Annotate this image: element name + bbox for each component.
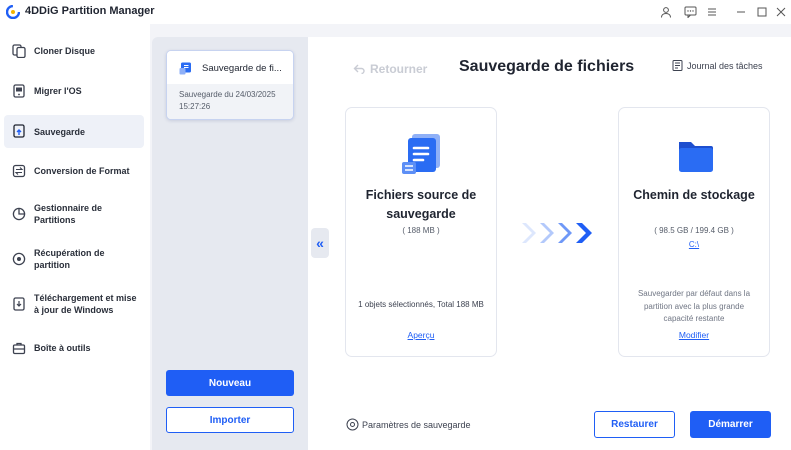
preview-link[interactable]: Aperçu <box>354 330 488 340</box>
backup-icon <box>13 124 25 138</box>
sidebar-item-windows-update[interactable]: Téléchargement et mise à jour de Windows <box>4 291 144 317</box>
convert-icon <box>12 164 26 178</box>
sidebar-item-label: Cloner Disque <box>34 46 96 56</box>
backup-settings-label: Paramètres de sauvegarde <box>362 419 471 430</box>
import-button[interactable]: Importer <box>166 407 294 433</box>
page-title: Sauvegarde de fichiers <box>459 58 635 75</box>
double-chevron-left-icon: « <box>316 235 324 251</box>
task-card[interactable]: Sauvegarde de fi... Sauvegarde du 24/03/… <box>166 50 294 120</box>
journal-icon <box>672 60 683 71</box>
source-size: ( 188 MB ) <box>402 226 440 235</box>
modify-link[interactable]: Modifier <box>627 330 761 340</box>
journal-label: Journal des tâches <box>687 60 763 71</box>
sidebar-item-toolbox[interactable]: Boîte à outils <box>4 338 144 358</box>
partition-icon <box>12 207 26 221</box>
new-task-button[interactable]: Nouveau <box>166 370 294 396</box>
sidebar-item-partition-manager[interactable]: Gestionnaire de Partitions <box>4 201 144 227</box>
sidebar-item-backup[interactable]: Sauvegarde <box>4 115 144 148</box>
app-title: 4DDiG Partition Manager <box>25 5 155 17</box>
gear-icon <box>346 418 359 431</box>
start-button[interactable]: Démarrer <box>690 411 771 438</box>
collapse-panel-button[interactable]: « <box>311 228 329 258</box>
minimize-icon[interactable] <box>732 3 750 21</box>
source-summary: 1 objets sélectionnés, Total 188 MB <box>358 300 484 309</box>
back-label: Retourner <box>370 62 428 76</box>
source-title: Fichiers source de sauvegarde <box>365 188 477 221</box>
destination-description: Sauvegarder par défaut dans la partition… <box>637 289 751 323</box>
sidebar-item-label: Récupération de partition <box>34 248 105 270</box>
source-files-icon <box>402 134 440 174</box>
user-icon[interactable] <box>657 3 675 21</box>
task-card-header: Sauvegarde de fi... <box>167 51 293 84</box>
sidebar-item-label: Téléchargement et mise à jour de Windows <box>34 293 137 315</box>
recovery-icon <box>12 252 26 266</box>
destination-drive[interactable]: C:\ <box>627 240 761 249</box>
feedback-icon[interactable] <box>681 3 699 21</box>
task-title: Sauvegarde de fi... <box>202 63 282 74</box>
migrate-os-icon <box>13 84 25 98</box>
sidebar: Cloner Disque Migrer l'OS Sauvegarde Con… <box>0 24 150 450</box>
sidebar-item-label: Gestionnaire de Partitions <box>34 203 103 225</box>
destination-title: Chemin de stockage <box>633 188 755 202</box>
app-logo-icon <box>6 5 20 19</box>
folder-icon <box>679 142 713 172</box>
direction-arrows-icon <box>522 223 592 243</box>
sidebar-item-migrate-os[interactable]: Migrer l'OS <box>4 81 144 101</box>
main-content: Retourner Sauvegarde de fichiers Journal… <box>308 37 791 450</box>
backup-file-icon <box>179 62 191 75</box>
destination-size: ( 98.5 GB / 199.4 GB ) <box>654 226 734 235</box>
windows-update-icon <box>13 297 25 311</box>
back-button[interactable]: Retourner <box>353 62 427 76</box>
sidebar-item-label: Conversion de Format <box>34 166 130 176</box>
sidebar-item-label: Sauvegarde <box>34 126 86 137</box>
task-journal-link[interactable]: Journal des tâches <box>672 60 763 71</box>
toolbox-icon <box>12 342 26 355</box>
sidebar-item-convert-format[interactable]: Conversion de Format <box>4 161 144 181</box>
back-arrow-icon <box>353 64 365 74</box>
clone-disk-icon <box>12 44 26 58</box>
destination-panel[interactable]: Chemin de stockage ( 98.5 GB / 199.4 GB … <box>618 107 770 357</box>
task-meta: Sauvegarde du 24/03/2025 15:27:26 <box>179 90 276 111</box>
sidebar-item-label: Migrer l'OS <box>34 86 82 96</box>
close-icon[interactable] <box>772 3 790 21</box>
sidebar-item-label: Boîte à outils <box>34 343 91 353</box>
sidebar-item-clone-disk[interactable]: Cloner Disque <box>4 41 144 61</box>
backup-settings-link[interactable]: Paramètres de sauvegarde <box>346 418 471 431</box>
task-card-body: Sauvegarde du 24/03/2025 15:27:26 <box>167 84 293 119</box>
settings-icon[interactable] <box>703 3 721 21</box>
maximize-icon[interactable] <box>753 3 771 21</box>
task-panel: Sauvegarde de fi... Sauvegarde du 24/03/… <box>152 37 308 450</box>
source-panel[interactable]: Fichiers source de sauvegarde ( 188 MB )… <box>345 107 497 357</box>
title-bar: 4DDiG Partition Manager <box>0 0 791 24</box>
restore-button[interactable]: Restaurer <box>594 411 675 438</box>
sidebar-item-partition-recovery[interactable]: Récupération de partition <box>4 246 144 272</box>
